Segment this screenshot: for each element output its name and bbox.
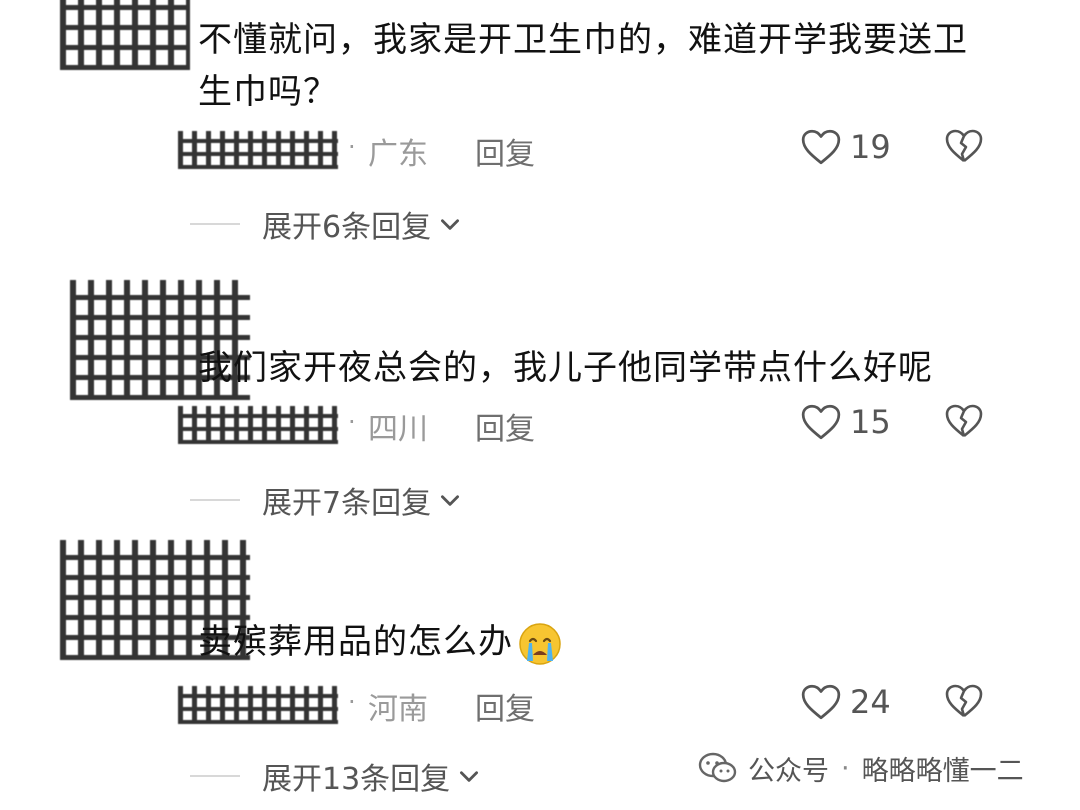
meta-separator: ·: [348, 688, 356, 716]
watermark-platform: 公众号: [748, 755, 829, 787]
like-count: 19: [850, 128, 891, 166]
broken-heart-icon: [945, 404, 983, 438]
broken-heart-icon: [945, 684, 983, 718]
broken-heart-icon: [945, 129, 983, 163]
divider: [190, 775, 240, 777]
reply-button[interactable]: 回复: [475, 404, 535, 448]
crying-face-icon: [519, 622, 561, 665]
expand-replies-label: 展开6条回复: [262, 210, 432, 245]
username[interactable]: [178, 406, 338, 444]
expand-replies-button[interactable]: 展开6条回复: [190, 202, 463, 246]
divider: [190, 223, 240, 225]
meta-separator: ·: [348, 133, 356, 161]
chevron-down-icon: [441, 495, 460, 506]
region-label: 河南: [368, 692, 428, 727]
meta-separator: ·: [348, 408, 356, 436]
comment-text: 我们家开夜总会的，我儿子他同学带点什么好呢: [198, 348, 933, 388]
heart-icon: [801, 684, 841, 720]
dislike-button[interactable]: [944, 127, 984, 169]
like-button[interactable]: 15: [800, 400, 891, 444]
like-count: 24: [850, 683, 891, 721]
chevron-down-icon: [460, 771, 479, 782]
heart-icon: [801, 404, 841, 440]
comment-meta: · 四川 回复 15: [178, 400, 1038, 450]
like-count: 15: [850, 403, 891, 441]
expand-replies-button[interactable]: 展开7条回复: [190, 478, 463, 522]
comment-text: 不懂就问，我家是开卫生巾的，难道开学我要送卫生巾吗？: [198, 20, 968, 112]
comment-text: 卖殡葬用品的怎么办: [198, 616, 998, 668]
username[interactable]: [178, 131, 338, 169]
reply-button[interactable]: 回复: [475, 684, 535, 728]
watermark-separator: ·: [841, 752, 850, 784]
reply-button[interactable]: 回复: [475, 129, 535, 173]
region-label: 四川: [368, 412, 428, 447]
watermark-account: 略略略懂一二: [861, 755, 1024, 787]
heart-icon: [801, 129, 841, 165]
expand-replies-button[interactable]: 展开13条回复: [190, 754, 482, 798]
expand-replies-label: 展开13条回复: [262, 762, 451, 797]
dislike-button[interactable]: [944, 682, 984, 724]
divider: [190, 499, 240, 501]
region-label: 广东: [368, 137, 428, 172]
username[interactable]: [178, 686, 338, 724]
comment-meta: · 河南 回复 24: [178, 680, 1038, 730]
chevron-down-icon: [441, 219, 460, 230]
watermark: 公众号 · 略略略懂一二: [698, 748, 1024, 788]
wechat-icon: [698, 752, 737, 783]
like-button[interactable]: 19: [800, 125, 891, 169]
like-button[interactable]: 24: [800, 680, 891, 724]
comment-text-content: 卖殡葬用品的怎么办: [198, 622, 513, 662]
expand-replies-label: 展开7条回复: [262, 486, 432, 521]
dislike-button[interactable]: [944, 402, 984, 444]
comment-meta: · 广东 回复 19: [178, 125, 1038, 175]
comment-list: 不懂就问，我家是开卫生巾的，难道开学我要送卫生巾吗？ · 广东 回复 19 展开…: [0, 0, 1080, 810]
avatar[interactable]: [60, 0, 190, 70]
